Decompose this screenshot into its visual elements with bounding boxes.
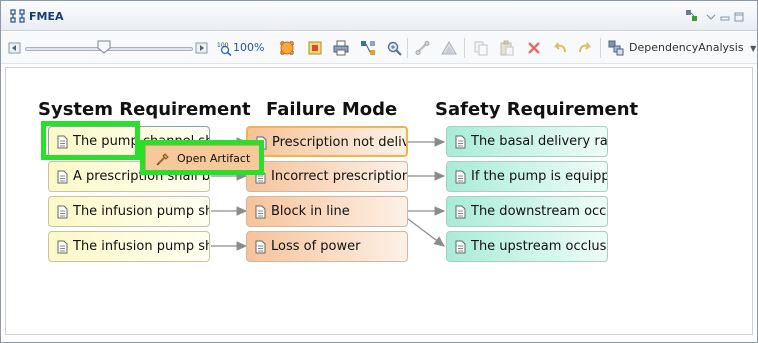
document-icon (255, 170, 266, 184)
node-label: Prescription not delivered (272, 135, 406, 150)
fit-page-icon[interactable] (279, 40, 295, 56)
zoom-100-icon[interactable]: 100 (216, 40, 232, 56)
failure-mode-node[interactable]: Prescription not delivered (246, 126, 408, 157)
node-label: Incorrect prescription (271, 169, 408, 184)
node-label: The upstream occlusion (471, 239, 607, 254)
node-label: Block in line (271, 204, 350, 219)
zoom-right-arrow-icon[interactable] (194, 40, 210, 56)
copy-icon[interactable] (473, 40, 489, 56)
diagram-toolbar: 100 100% DependencyAnalysis ▼ (1, 32, 757, 64)
minimize-icon[interactable] (705, 8, 717, 20)
triangle-icon[interactable] (441, 40, 457, 56)
fmea-window: FMEA 100 100% DependencyAnalysis ▼ Syste… (0, 0, 758, 343)
view-title: FMEA (29, 10, 64, 23)
view-menu-icon[interactable] (685, 8, 699, 22)
document-icon (57, 205, 68, 219)
safety-requirement-node[interactable]: The basal delivery rate (446, 126, 608, 157)
node-label: The downstream occlusion (471, 204, 608, 219)
document-icon (455, 205, 466, 219)
safety-requirement-node[interactable]: The upstream occlusion (446, 231, 608, 262)
node-label: The infusion pump sh (73, 204, 210, 219)
fmea-view-icon (10, 9, 25, 23)
dependency-analysis-dropdown[interactable]: DependencyAnalysis ▼ (629, 41, 756, 54)
delete-icon[interactable] (526, 40, 542, 56)
title-bar: FMEA (1, 1, 757, 31)
maximize-icon[interactable] (719, 8, 731, 21)
toolbar-separator (407, 38, 408, 58)
close-icon[interactable] (733, 8, 745, 22)
column-header-safety-requirement: Safety Requirement (435, 99, 639, 120)
failure-mode-node[interactable]: Loss of power (246, 231, 408, 262)
safety-requirement-node[interactable]: The downstream occlusion (446, 196, 608, 227)
fmea-diagram-canvas[interactable]: System Requirement Failure Mode Safety R… (5, 67, 753, 335)
node-label: If the pump is equipped (471, 169, 607, 184)
safety-requirement-node[interactable]: If the pump is equipped (446, 161, 608, 192)
system-requirement-node[interactable]: The infusion pump sh (48, 196, 210, 227)
paste-icon[interactable] (499, 40, 515, 56)
failure-mode-node[interactable]: Incorrect prescription (246, 161, 408, 192)
open-artifact-icon (156, 153, 169, 166)
column-header-failure-mode: Failure Mode (266, 99, 398, 120)
layout-icon[interactable] (307, 40, 323, 56)
document-icon (57, 240, 68, 254)
zoom-left-arrow-icon[interactable] (7, 40, 23, 56)
tree-layout-icon[interactable] (360, 40, 376, 56)
edge-fail3-safe4 (407, 218, 445, 247)
chevron-down-icon: ▼ (750, 44, 757, 53)
node-label: The infusion pump sh (73, 239, 210, 254)
open-artifact-menu-item[interactable]: Open Artifact (145, 145, 262, 172)
document-icon (57, 170, 68, 184)
print-icon[interactable] (333, 40, 349, 56)
failure-mode-node[interactable]: Block in line (246, 196, 408, 227)
open-artifact-label: Open Artifact (177, 152, 251, 165)
document-icon (57, 135, 68, 149)
document-icon (455, 240, 466, 254)
system-requirement-node[interactable]: The infusion pump sh (48, 231, 210, 262)
document-icon (255, 205, 266, 219)
zoom-slider-thumb[interactable] (97, 40, 111, 54)
dependency-icon[interactable] (608, 40, 624, 56)
undo-icon[interactable] (552, 40, 568, 56)
link-icon[interactable] (415, 40, 431, 56)
zoom-magnifier-icon[interactable] (386, 40, 402, 56)
node-label: Loss of power (271, 239, 361, 254)
node-label: The basal delivery rate (471, 134, 608, 149)
redo-icon[interactable] (577, 40, 593, 56)
zoom-level: 100% (233, 41, 265, 54)
document-icon (255, 240, 266, 254)
window-controls (685, 8, 749, 24)
document-icon (455, 170, 466, 184)
column-header-system-requirement: System Requirement (38, 99, 251, 120)
dependency-analysis-label: DependencyAnalysis (629, 41, 744, 54)
toolbar-separator (464, 38, 465, 58)
toolbar-separator (600, 38, 601, 58)
document-icon (455, 135, 466, 149)
